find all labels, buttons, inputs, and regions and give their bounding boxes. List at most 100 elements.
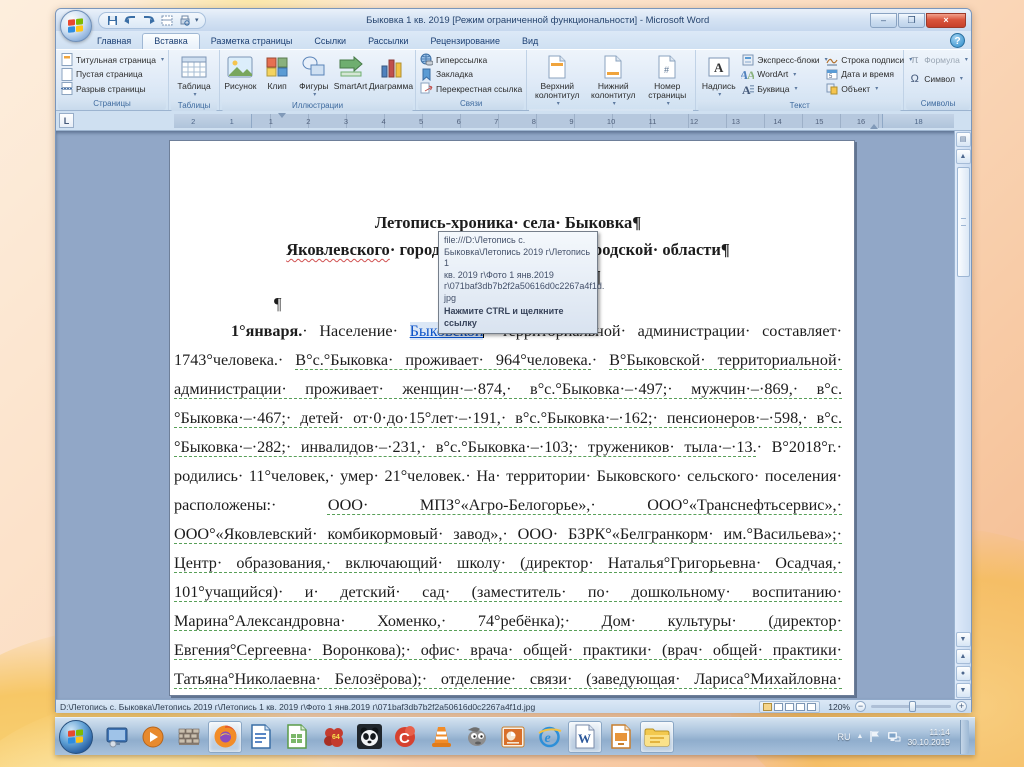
zoom-out-button[interactable]: − xyxy=(855,701,866,712)
cover-page-button[interactable]: Титульная страница xyxy=(60,53,164,66)
zoom-slider[interactable] xyxy=(871,701,951,712)
windows-media-player-icon xyxy=(140,724,166,750)
quick-parts-button[interactable]: Экспресс-блоки xyxy=(741,53,821,66)
bookmark-button[interactable]: Закладка xyxy=(420,68,522,81)
zoom-level[interactable]: 120% xyxy=(828,702,850,712)
equation-button[interactable]: π Формула xyxy=(908,53,968,66)
next-page-button[interactable]: ▼ xyxy=(955,683,971,698)
action-center-flag-icon[interactable] xyxy=(869,730,881,743)
taskbar-item-gimp[interactable] xyxy=(460,721,494,753)
draw-table-icon[interactable] xyxy=(159,13,174,27)
blank-page-button[interactable]: Пустая страница xyxy=(60,67,164,81)
scrollbar-thumb[interactable] xyxy=(956,167,970,277)
tab-rassylki[interactable]: Рассылки xyxy=(357,34,419,49)
outline-view-icon[interactable] xyxy=(796,702,806,711)
signature-line-button[interactable]: Строка подписи xyxy=(825,53,904,66)
taskbar-item-internet-explorer[interactable]: e xyxy=(532,721,566,753)
undo-icon[interactable] xyxy=(123,13,138,27)
table-button[interactable]: Таблица xyxy=(171,52,217,100)
horizontal-ruler[interactable]: 21 12 34 56 78 9 10 11 12 13 14 15 16 18 xyxy=(174,113,954,129)
taskbar-item-media-player[interactable] xyxy=(136,721,170,753)
language-indicator[interactable]: RU xyxy=(838,732,851,742)
taskbar-item-codec-pack[interactable]: 64 xyxy=(316,721,350,753)
clipart-button[interactable]: Клип xyxy=(259,52,296,91)
tab-recenzirovanie[interactable]: Рецензирование xyxy=(419,34,511,49)
group-illustrations: Рисунок Клип Фигуры SmartArt Диаграмма xyxy=(220,50,417,112)
cover-page-icon xyxy=(60,53,73,66)
word-window: ▾ Быковка 1 кв. 2019 [Режим ограниченной… xyxy=(55,8,972,713)
taskbar-item-powerpoint[interactable] xyxy=(496,721,530,753)
zoom-in-button[interactable]: + xyxy=(956,701,967,712)
footer-icon xyxy=(603,54,623,80)
taskbar-item-libreoffice-writer[interactable] xyxy=(244,721,278,753)
right-indent-marker[interactable] xyxy=(870,124,878,129)
group-label-links: Связи xyxy=(418,98,525,110)
vertical-scrollbar[interactable]: ▤ ▲ ▼ ▲ ● ▼ xyxy=(954,131,971,699)
textbox-button[interactable]: A Надпись xyxy=(698,52,739,100)
svg-text:A: A xyxy=(747,68,754,80)
previous-page-button[interactable]: ▲ xyxy=(955,649,971,664)
office-button[interactable] xyxy=(60,10,92,42)
taskbar-item-firewall[interactable] xyxy=(172,721,206,753)
tab-vid[interactable]: Вид xyxy=(511,34,549,49)
select-browse-object-button[interactable]: ● xyxy=(955,666,971,681)
page-break-button[interactable]: Разрыв страницы xyxy=(60,82,164,95)
help-icon[interactable]: ? xyxy=(950,33,965,48)
web-layout-view-icon[interactable] xyxy=(785,702,795,711)
scroll-down-arrow[interactable]: ▼ xyxy=(955,632,971,647)
tab-razmetka[interactable]: Разметка страницы xyxy=(200,34,304,49)
hidden-icons-chevron-icon[interactable]: ▲ xyxy=(857,733,864,740)
print-preview-icon[interactable] xyxy=(177,13,192,27)
taskbar-item-libreoffice-impress[interactable] xyxy=(604,721,638,753)
taskbar-clock[interactable]: 11:14 30.10.2019 xyxy=(907,727,950,747)
taskbar-item-panda-player[interactable] xyxy=(352,721,386,753)
fullscreen-view-icon[interactable] xyxy=(774,702,784,711)
draft-view-icon[interactable] xyxy=(807,702,817,711)
tab-glavnaya[interactable]: Главная xyxy=(86,34,142,49)
minimize-button[interactable]: – xyxy=(870,12,897,28)
qat-customize-arrow[interactable]: ▾ xyxy=(195,16,199,24)
header-button[interactable]: Верхний колонтитул xyxy=(529,52,585,109)
shapes-button[interactable]: Фигуры xyxy=(295,52,332,100)
date-time-icon: 5 xyxy=(825,68,838,81)
object-button[interactable]: Объект xyxy=(825,82,899,95)
start-button[interactable] xyxy=(59,719,93,754)
smartart-button[interactable]: SmartArt xyxy=(332,52,369,91)
show-desktop-button[interactable] xyxy=(960,719,969,754)
drop-cap-button[interactable]: A Буквица xyxy=(741,82,821,95)
taskbar-item-ccleaner[interactable]: C xyxy=(388,721,422,753)
taskbar-item-libreoffice-calc[interactable] xyxy=(280,721,314,753)
chart-button[interactable]: Диаграмма xyxy=(369,52,413,91)
wordart-button[interactable]: AA WordArt xyxy=(741,68,821,81)
taskbar-item-display-settings[interactable] xyxy=(100,721,134,753)
ruler-band: 12 34 56 78 9 10 11 12 13 14 15 16 xyxy=(252,113,882,129)
tab-vstavka[interactable]: Вставка xyxy=(142,33,200,49)
redo-icon[interactable] xyxy=(141,13,156,27)
ruler-row: L 21 12 34 56 78 9 10 11 12 13 14 15 16 18 xyxy=(56,111,971,131)
network-icon[interactable] xyxy=(887,730,901,743)
taskbar-item-vlc[interactable] xyxy=(424,721,458,753)
close-button[interactable]: × xyxy=(926,12,966,28)
quick-parts-icon xyxy=(741,53,754,66)
tab-stop-selector[interactable]: L xyxy=(59,113,74,128)
cross-reference-button[interactable]: Перекрестная ссылка xyxy=(420,82,522,95)
document-page[interactable]: Летопись-хроника· села· Быковка¶ Яковлев… xyxy=(169,140,855,696)
page-number-button[interactable]: # Номер страницы xyxy=(641,52,693,109)
hyperlink-button[interactable]: Гиперссылка xyxy=(420,53,522,66)
first-line-indent-marker[interactable] xyxy=(278,113,286,118)
taskbar-item-word[interactable]: W xyxy=(568,720,602,753)
footer-button[interactable]: Нижний колонтитул xyxy=(585,52,641,109)
picture-button[interactable]: Рисунок xyxy=(222,52,259,91)
date-time-button[interactable]: 5 Дата и время xyxy=(825,68,899,81)
tab-ssylki[interactable]: Ссылки xyxy=(303,34,357,49)
taskbar-item-file-manager[interactable] xyxy=(640,720,674,753)
save-icon[interactable] xyxy=(105,13,120,27)
taskbar-item-firefox[interactable] xyxy=(208,720,242,753)
zoom-slider-thumb[interactable] xyxy=(909,701,916,712)
ruler-toggle-icon[interactable]: ▤ xyxy=(955,132,971,147)
symbol-button[interactable]: Ω Символ xyxy=(908,72,968,85)
scroll-up-arrow[interactable]: ▲ xyxy=(955,149,971,164)
maximize-button[interactable]: ❐ xyxy=(898,12,925,28)
print-layout-view-icon[interactable] xyxy=(763,702,773,711)
svg-text:e: e xyxy=(544,731,550,746)
